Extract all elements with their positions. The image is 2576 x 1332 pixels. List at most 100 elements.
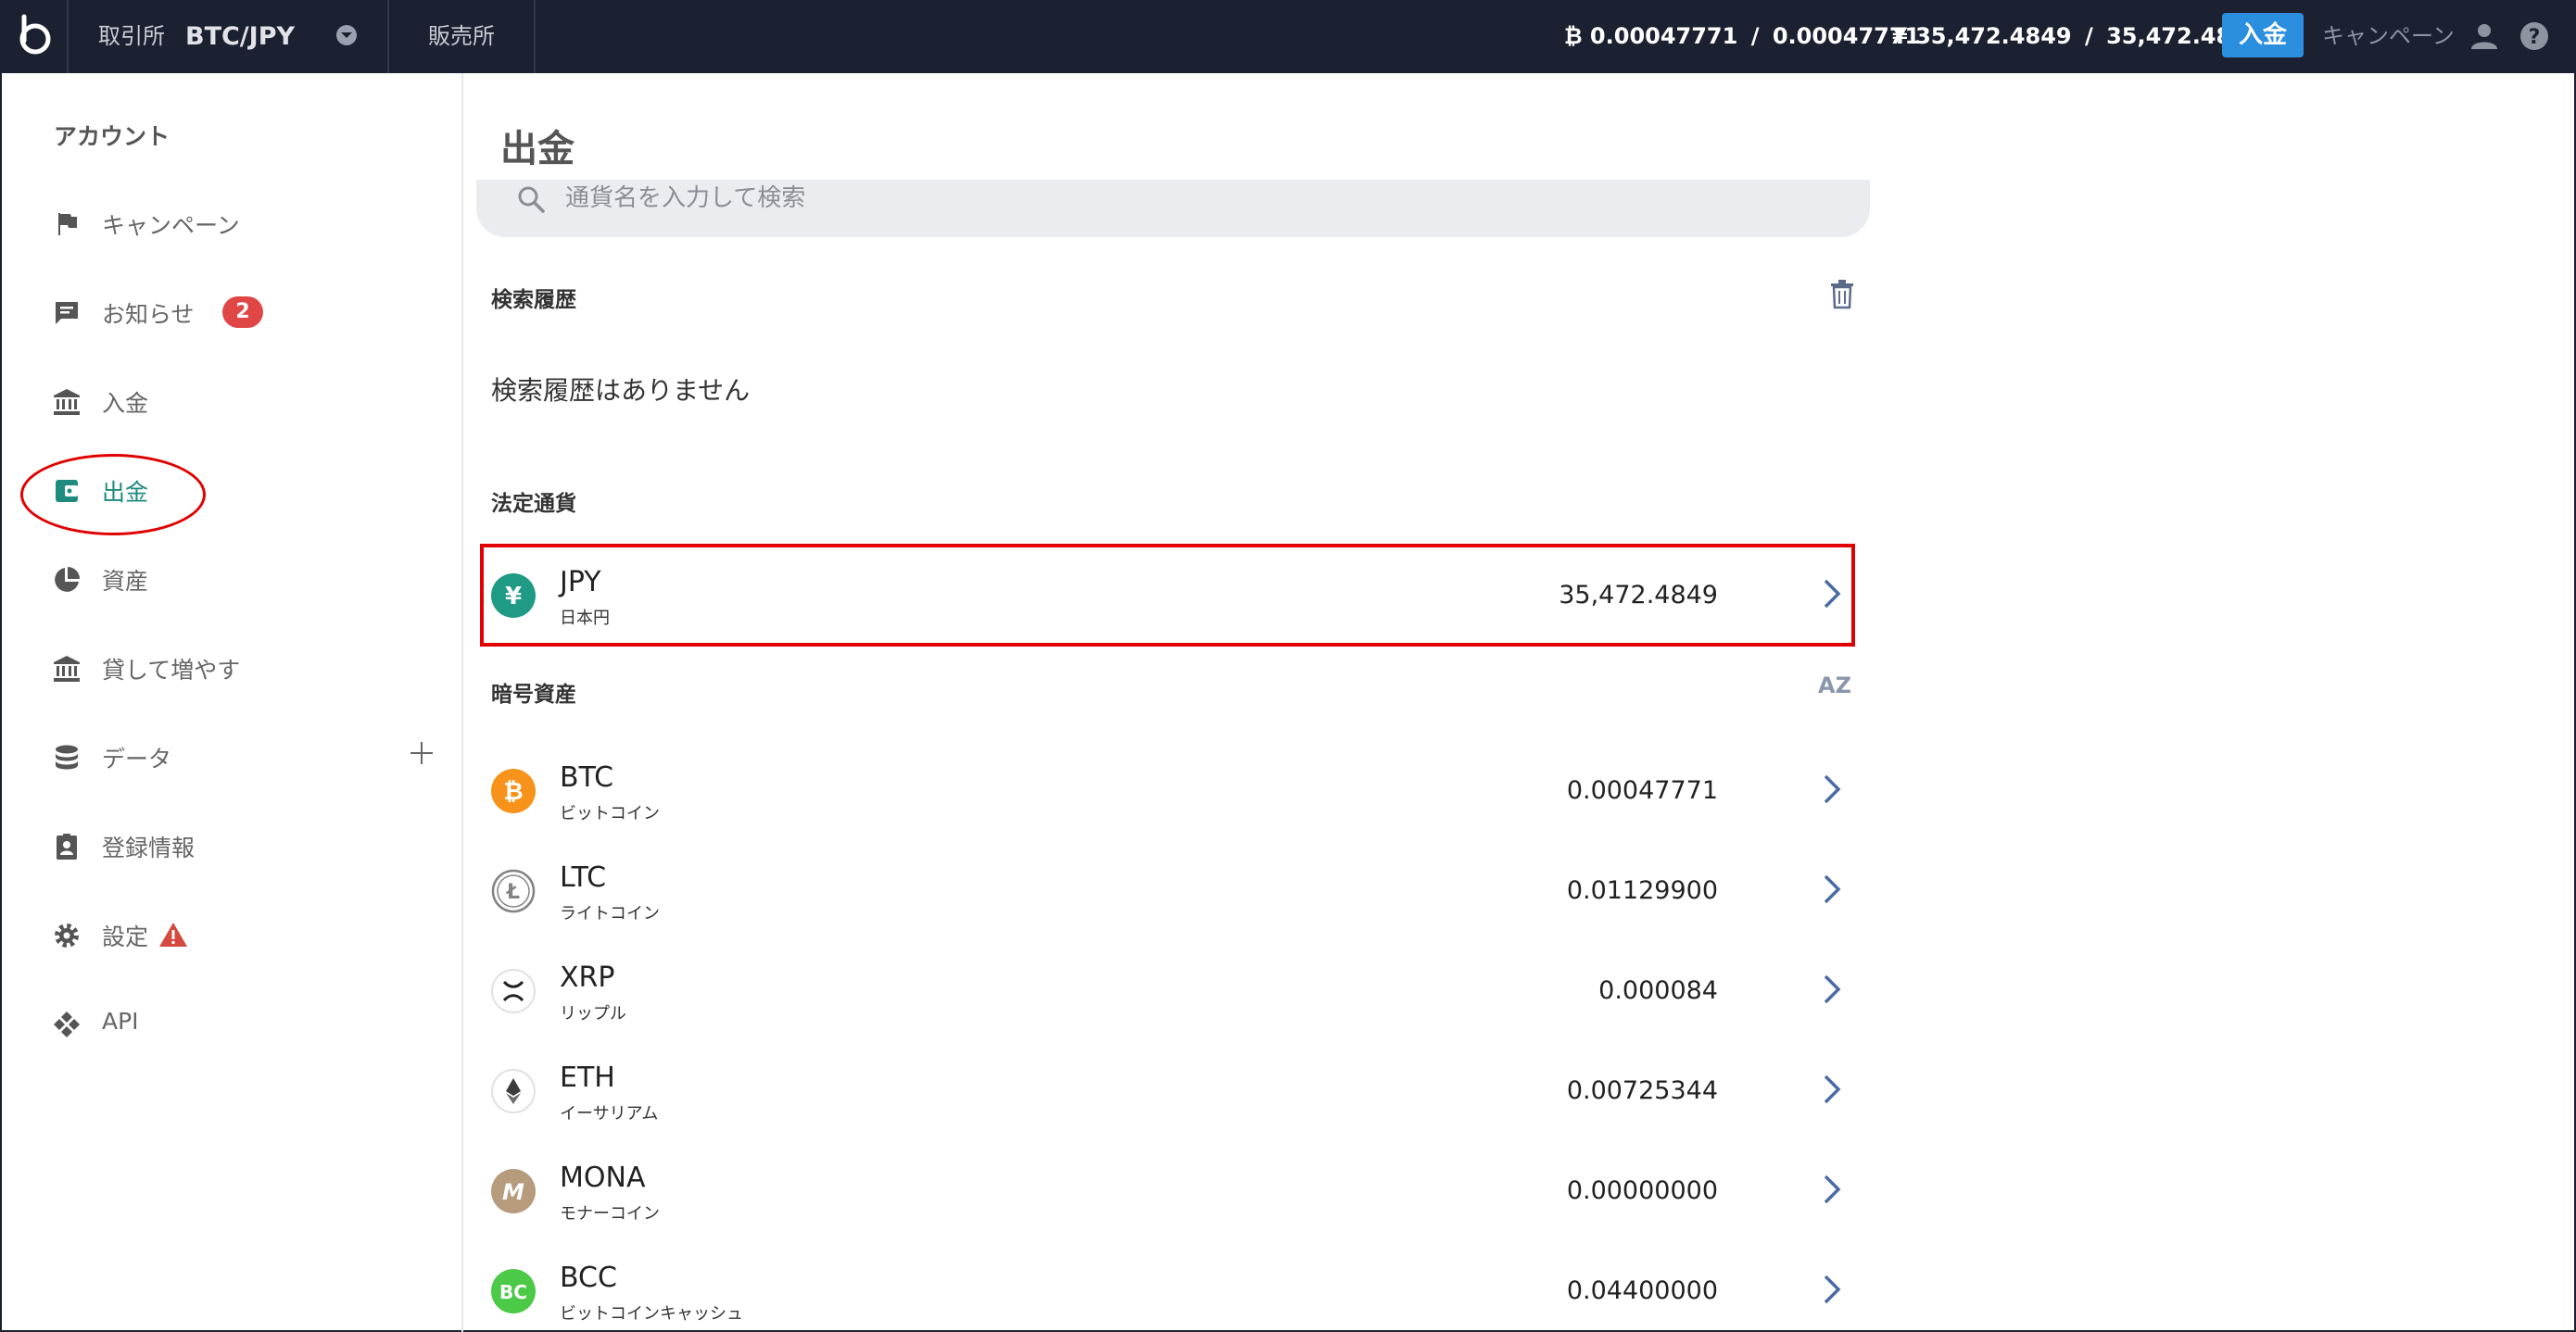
svg-text:BC: BC <box>499 1281 527 1303</box>
currency-name: ビットコイン <box>560 804 660 823</box>
sidebar-item-label: 貸して増やす <box>102 657 241 684</box>
currency-row-ltc[interactable]: Ł LTC ライトコイン 0.01129900 <box>480 841 1853 941</box>
page-title: 出金 <box>500 128 575 170</box>
divider <box>534 0 536 73</box>
sidebar-title: アカウント <box>54 123 170 150</box>
svg-text:?: ? <box>2529 26 2541 49</box>
bank-icon <box>54 656 80 682</box>
chevron-right-icon <box>1824 1275 1841 1304</box>
currency-amount: 0.000084 <box>1598 976 1718 1005</box>
currency-amount: 0.01129900 <box>1566 876 1718 905</box>
id-badge-icon <box>57 834 77 860</box>
sidebar-item-label: お知らせ <box>102 301 195 328</box>
currency-row-bcc[interactable]: BC BCC ビットコインキャッシュ 0.04400000 <box>480 1241 1853 1330</box>
fiat-section-title: 法定通貨 <box>491 492 576 516</box>
sidebar-item-lending[interactable]: 貸して増やす <box>0 635 461 700</box>
exchange-label[interactable]: 取引所 <box>98 0 165 73</box>
sidebar-item-campaign[interactable]: キャンペーン <box>0 191 461 256</box>
highlight-ellipse <box>20 454 206 535</box>
divider <box>67 0 69 73</box>
user-icon[interactable] <box>2469 20 2500 52</box>
svg-text:₿: ₿ <box>503 778 523 806</box>
sidebar-item-api[interactable]: API <box>0 991 461 1056</box>
jpy-balance: ¥ 35,472.4849 / 35,472.4849 <box>1892 23 2263 49</box>
divider <box>387 0 389 73</box>
currency-row-mona[interactable]: M MONA モナーコイン 0.00000000 <box>480 1141 1853 1241</box>
ethereum-icon <box>491 1069 536 1113</box>
chevron-right-icon <box>1824 774 1841 804</box>
chevron-right-icon <box>1824 874 1841 904</box>
sort-az-icon[interactable]: AZ <box>1818 672 1855 710</box>
history-title: 検索履歴 <box>491 288 576 312</box>
sidebar-item-label: 登録情報 <box>102 835 196 861</box>
bitcoin-cash-icon: BC <box>491 1269 536 1313</box>
shop-link[interactable]: 販売所 <box>428 0 495 73</box>
chevron-right-icon <box>1824 1175 1841 1204</box>
currency-code: BTC <box>560 761 614 794</box>
sidebar-item-label: 資産 <box>102 568 149 595</box>
sidebar-item-assets[interactable]: 資産 <box>0 547 461 611</box>
bitcoin-icon: ₿ <box>1564 23 1583 49</box>
xrp-icon <box>491 969 536 1013</box>
currency-code: XRP <box>560 961 615 994</box>
currency-row-eth[interactable]: ETH イーサリアム 0.00725344 <box>480 1041 1853 1141</box>
search-icon <box>518 186 545 213</box>
search-input[interactable] <box>565 180 1770 217</box>
campaign-link[interactable]: キャンペーン <box>2322 0 2455 73</box>
bank-icon <box>54 389 80 415</box>
sidebar-item-label: 入金 <box>102 390 149 417</box>
trash-icon[interactable] <box>1827 278 1857 309</box>
chevron-down-icon[interactable] <box>334 22 360 48</box>
currency-name: ビットコインキャッシュ <box>560 1304 743 1324</box>
currency-row-xrp[interactable]: XRP リップル 0.000084 <box>480 941 1853 1041</box>
pair-selector[interactable]: BTC/JPY <box>185 0 295 73</box>
message-icon <box>56 302 78 324</box>
sidebar-item-label: 設定 <box>102 924 149 950</box>
sidebar-item-profile[interactable]: 登録情報 <box>0 813 461 878</box>
database-icon <box>56 745 78 770</box>
currency-name: リップル <box>560 1004 626 1024</box>
help-icon[interactable]: ? <box>2519 20 2550 52</box>
currency-code: BCC <box>560 1262 617 1294</box>
currency-name: ライトコイン <box>560 904 660 924</box>
bitcoin-icon: ₿ <box>491 769 536 813</box>
notification-badge: 2 <box>222 296 263 328</box>
sidebar-item-data[interactable]: データ <box>0 724 461 789</box>
currency-amount: 0.00725344 <box>1566 1076 1718 1105</box>
sidebar-item-label: データ <box>102 746 172 773</box>
crypto-section-title: 暗号資産 <box>491 683 576 707</box>
search-bar <box>476 180 1870 237</box>
sidebar-item-label: API <box>102 1008 139 1035</box>
chevron-right-icon <box>1824 1074 1841 1104</box>
history-empty-text: 検索履歴はありません <box>491 375 751 406</box>
top-bar: 取引所 BTC/JPY 販売所 ₿ 0.00047771 / 0.0004777… <box>0 0 2576 73</box>
sidebar-item-deposit[interactable]: 入金 <box>0 369 461 434</box>
svg-text:M: M <box>502 1179 524 1205</box>
warning-icon <box>159 923 187 947</box>
sidebar-item-settings[interactable]: 設定 <box>0 902 461 967</box>
sidebar <box>0 73 463 1332</box>
currency-name: モナーコイン <box>560 1204 660 1224</box>
btc-balance: ₿ 0.00047771 / 0.00047771 <box>1564 23 1921 49</box>
flag-icon <box>58 213 77 235</box>
currency-amount: 0.04400000 <box>1566 1276 1718 1305</box>
monacoin-icon: M <box>491 1169 536 1213</box>
currency-code: MONA <box>560 1162 646 1194</box>
yen-icon: ¥ <box>1892 23 1908 49</box>
sidebar-item-label: キャンペーン <box>102 212 240 239</box>
litecoin-icon: Ł <box>491 869 536 913</box>
currency-amount: 0.00047771 <box>1566 776 1718 805</box>
chevron-right-icon <box>1824 974 1841 1004</box>
currency-code: LTC <box>560 861 607 894</box>
sidebar-item-notice[interactable]: お知らせ 2 <box>0 280 461 345</box>
highlight-box <box>480 544 1855 647</box>
gear-icon <box>55 924 79 948</box>
api-icon <box>54 1012 80 1037</box>
plus-icon[interactable] <box>408 739 436 767</box>
currency-code: ETH <box>560 1062 615 1094</box>
deposit-button[interactable]: 入金 <box>2222 13 2304 57</box>
currency-name: イーサリアム <box>560 1104 659 1124</box>
bitbank-logo[interactable] <box>13 11 61 59</box>
currency-row-btc[interactable]: ₿ BTC ビットコイン 0.00047771 <box>480 741 1853 841</box>
svg-text:Ł: Ł <box>506 881 520 904</box>
